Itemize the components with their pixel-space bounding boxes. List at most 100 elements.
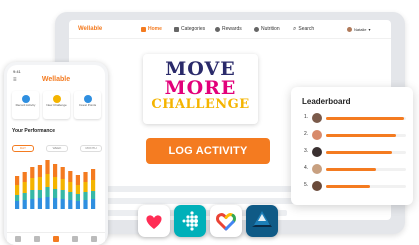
search-icon: ⌕ xyxy=(293,25,297,32)
chart-bar-segment xyxy=(15,195,20,201)
chart-bar-segment xyxy=(53,164,58,177)
card-label: New Challenge xyxy=(46,103,67,107)
logo-line-challenge: CHALLENGE xyxy=(151,97,250,112)
chart-bar-segment xyxy=(53,189,58,198)
card-invest-points[interactable]: Invest Points xyxy=(74,91,101,119)
chart-bar-segment xyxy=(37,165,42,177)
leaderboard-row: 1. xyxy=(304,113,408,123)
grid-icon xyxy=(174,26,179,32)
chart-bar-segment xyxy=(68,200,73,209)
card-label: Invest Points xyxy=(78,103,97,107)
progress-track xyxy=(326,185,406,188)
leaderboard-row: 4. xyxy=(304,164,408,174)
chart-bar-segment xyxy=(83,200,88,209)
rewards-icon xyxy=(215,26,220,32)
progress-fill xyxy=(326,185,370,188)
nav-search[interactable]: ⌕ Search xyxy=(293,26,314,33)
chart-bar-segment xyxy=(45,197,50,209)
chart-bar-segment xyxy=(68,182,73,192)
user-menu[interactable]: Natalie ▾ xyxy=(347,26,371,32)
points-icon xyxy=(83,95,92,103)
chart-bar-segment xyxy=(83,192,88,200)
user-name: Natalie xyxy=(354,26,367,32)
nav-chat-icon[interactable] xyxy=(72,236,78,242)
chart-bar-segment xyxy=(75,194,80,201)
chart-bar-segment xyxy=(53,198,58,209)
chart-bar-segment xyxy=(30,199,35,209)
chart-bar-segment xyxy=(53,177,58,189)
chart-bar-segment xyxy=(60,190,65,199)
period-tabs: DAY WEEK MONTH xyxy=(12,145,102,152)
leaderboard-card: Leaderboard 1. 2. 3. 4. 5. xyxy=(291,87,413,205)
fitbit-icon[interactable] xyxy=(174,205,206,237)
chart-bar-segment xyxy=(60,167,65,179)
leaderboard-title: Leaderboard xyxy=(302,97,351,106)
nav-rewards[interactable]: Rewards xyxy=(215,26,242,32)
challenge-icon xyxy=(52,95,61,103)
chart-bar-segment xyxy=(22,200,27,209)
leaderboard-row: 3. xyxy=(304,147,408,157)
progress-fill xyxy=(326,168,376,171)
garmin-icon[interactable] xyxy=(246,205,278,237)
nav-categories[interactable]: Categories xyxy=(174,26,205,32)
logo-line-more: MORE xyxy=(164,77,237,99)
tab-day[interactable]: DAY xyxy=(12,145,34,152)
progress-fill xyxy=(326,134,397,137)
avatar xyxy=(312,164,322,174)
progress-track xyxy=(326,134,406,137)
status-time: 9:41 xyxy=(13,69,21,74)
nav-profile-icon[interactable] xyxy=(91,236,97,242)
chevron-down-icon: ▾ xyxy=(368,26,371,32)
leaderboard-row: 5. xyxy=(304,181,408,191)
progress-track xyxy=(326,117,406,120)
chart-bar-segment xyxy=(30,190,35,199)
nav-grid-icon[interactable] xyxy=(53,236,59,242)
apple-health-icon[interactable] xyxy=(138,205,170,237)
chart-bar-segment xyxy=(22,193,27,200)
nav-home-label: Home xyxy=(148,26,162,32)
chart-bar-segment xyxy=(83,172,88,182)
avatar xyxy=(312,181,322,191)
tab-month[interactable]: MONTH xyxy=(80,145,102,152)
nav-home-icon[interactable] xyxy=(15,236,21,242)
log-activity-button[interactable]: LOG ACTIVITY xyxy=(146,138,270,164)
chart-bar-segment xyxy=(37,190,42,198)
app-integrations xyxy=(138,205,310,241)
chart-bar-segment xyxy=(15,185,20,195)
avatar xyxy=(312,147,322,157)
nav-activity-icon[interactable] xyxy=(34,236,40,242)
chart-bar-segment xyxy=(15,201,20,209)
performance-chart xyxy=(15,160,96,209)
phone-bottom-nav xyxy=(7,232,105,245)
avatar xyxy=(312,130,322,140)
progress-fill xyxy=(326,151,392,154)
leaderboard-rank: 4. xyxy=(304,165,309,171)
chart-bar-segment xyxy=(60,179,65,190)
card-record-activity[interactable]: Record Activity xyxy=(12,91,39,119)
nav-nutrition[interactable]: Nutrition xyxy=(254,26,280,32)
avatar xyxy=(312,113,322,123)
leaderboard-rank: 5. xyxy=(304,182,309,188)
chart-bar-segment xyxy=(45,160,50,174)
tab-week[interactable]: WEEK xyxy=(46,145,68,152)
card-new-challenge[interactable]: New Challenge xyxy=(43,91,70,119)
chart-bar-segment xyxy=(30,178,35,190)
nav-home[interactable]: Home xyxy=(141,26,162,32)
leaderboard-rank: 1. xyxy=(304,114,309,120)
avatar xyxy=(347,26,352,32)
brand-logo[interactable]: Wellable xyxy=(78,26,102,32)
chart-bar-segment xyxy=(60,199,65,209)
chart-bar-segment xyxy=(30,167,35,178)
progress-track xyxy=(326,168,406,171)
chart-bar-segment xyxy=(37,177,42,190)
progress-track xyxy=(326,151,406,154)
google-fit-icon[interactable] xyxy=(210,205,242,237)
chart-bar-segment xyxy=(68,192,73,200)
chart-bar-segment xyxy=(22,172,27,182)
action-cards: Record Activity New Challenge Invest Poi… xyxy=(12,91,102,119)
home-icon xyxy=(141,26,146,32)
nutrition-icon xyxy=(254,26,259,32)
chart-bar-segment xyxy=(75,175,80,185)
chart-bar-segment xyxy=(91,169,96,180)
chart-bar-segment xyxy=(91,191,96,199)
